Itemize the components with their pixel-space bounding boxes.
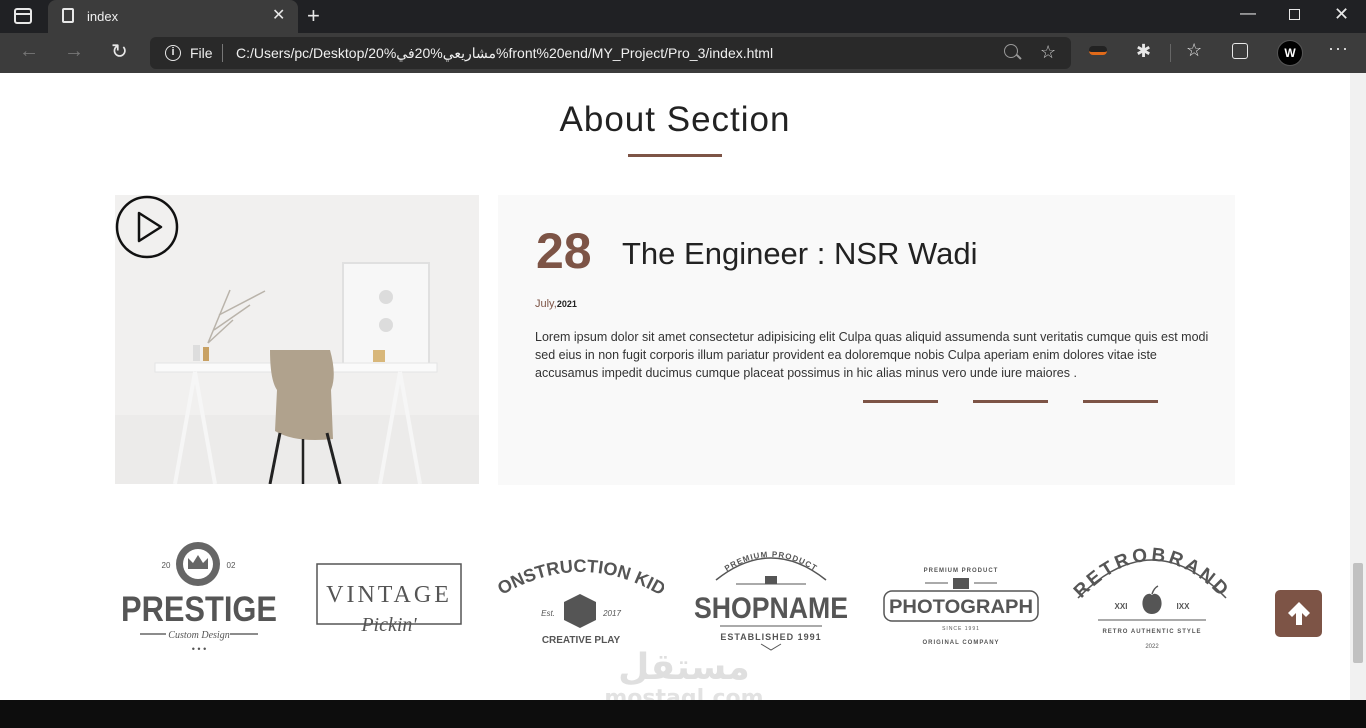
scrollbar-thumb[interactable] [1353,563,1363,663]
shopname-sub: ESTABLISHED 1991 [720,632,821,642]
post-year: 2021 [556,299,577,309]
forward-icon[interactable]: → [64,40,84,63]
construction-kids-est: Est. [541,609,555,618]
svg-text:CONSTRUCTION KIDS: CONSTRUCTION KIDS [498,536,664,599]
prestige-logo: 20 02 PRESTIGE Custom Design • • • [121,542,277,654]
collections-icon[interactable] [1232,43,1248,59]
prestige-top-left: 20 [162,561,171,570]
browser-tab-bar: index ✕ + — ✕ [0,0,1366,33]
vintage-name: VINTAGE [326,582,452,608]
page-icon [62,8,74,23]
post-text: Lorem ipsum dolor sit amet consectetur a… [535,330,1209,380]
slider-indicator[interactable] [863,400,938,403]
about-card: 28 The Engineer : NSR Wadi July,2021 Lor… [498,195,1235,485]
info-icon[interactable]: i [165,45,181,61]
slider-indicator[interactable] [973,400,1048,403]
construction-kids-name: CONSTRUCTION KIDS [498,536,664,599]
photograph-top: PREMIUM PRODUCT [924,568,999,574]
address-bar[interactable]: i File C:/Users/pc/Desktop/20%مشاريعي%20… [150,37,1071,69]
shopname-top: PREMIUM PRODUCT [723,550,818,573]
mostaql-watermark: مستقل mostaql.com [604,647,763,700]
url-input[interactable]: C:/Users/pc/Desktop/20%مشاريعي%20في%fron… [236,45,773,62]
svg-text:PREMIUM PRODUCT: PREMIUM PRODUCT [723,550,819,573]
photograph-logo: PREMIUM PRODUCT PHOTOGRAPH SINCE 1991 OR… [883,568,1039,646]
tab-title: index [87,9,119,24]
page-footer [0,700,1366,728]
photograph-name: PHOTOGRAPH [889,597,1033,618]
retrobrand-bottom: 2022 [1145,644,1159,650]
post-day: 28 [536,223,592,279]
post-date: July,2021 [535,298,577,310]
photograph-sub: ORIGINAL COMPANY [922,640,999,646]
back-to-top-button[interactable] [1275,590,1322,637]
shopname-name: SHOPNAME [694,592,848,625]
reload-icon[interactable]: ↻ [111,39,128,64]
construction-kids-logo: CONSTRUCTION KIDS Est. 2017 CREATIVE PLA… [498,536,664,646]
post-heading: The Engineer : NSR Wadi [622,236,978,271]
retrobrand-logo: RETROBRAND XXI IXX RETRO AUTHENTIC STYLE… [1070,545,1231,650]
watermark-latin: mostaql.com [604,686,763,700]
construction-kids-year: 2017 [602,609,621,618]
about-image [115,195,479,484]
section-title: About Section [559,100,791,139]
divider [1170,44,1171,62]
favorites-icon[interactable]: ☆ [1186,40,1202,61]
title-underline [628,154,722,157]
svg-text:• • •: • • • [192,644,206,654]
prestige-name: PRESTIGE [121,590,277,629]
browser-tab[interactable]: index ✕ [48,0,298,33]
extension-icon[interactable] [1089,46,1107,55]
back-icon[interactable]: ← [19,40,39,63]
photograph-mid: SINCE 1991 [942,626,980,632]
vintage-logo: VINTAGE Pickin' [316,563,462,636]
site-label: File [190,45,213,61]
play-icon[interactable] [115,195,179,259]
zoom-icon[interactable] [1004,44,1018,58]
retrobrand-left: XXI [1115,602,1128,611]
restore-icon[interactable] [1289,9,1300,20]
tab-actions-icon[interactable] [14,8,32,24]
prestige-sub: Custom Design [168,630,229,641]
post-month: July, [535,298,557,310]
add-favorite-icon[interactable]: ☆ [1040,42,1056,63]
minimize-icon[interactable]: — [1240,5,1256,23]
prestige-top-right: 02 [227,561,236,570]
retrobrand-right: IXX [1177,602,1191,611]
vintage-sub: Pickin' [360,614,417,636]
close-window-icon[interactable]: ✕ [1334,4,1349,25]
shopname-logo: PREMIUM PRODUCT SHOPNAME ESTABLISHED 199… [694,550,848,651]
page-viewport: About Section 28 The Engineer: NSR Wadi… [0,73,1350,700]
close-tab-icon[interactable]: ✕ [272,6,285,26]
profile-avatar[interactable]: W [1277,40,1303,66]
new-tab-icon[interactable]: + [307,4,320,28]
browser-toolbar: ← → ↻ i File C:/Users/pc/Desktop/20%مشار… [0,33,1366,73]
extensions-puzzle-icon[interactable]: ✱ [1136,41,1151,62]
slider-indicator[interactable] [1083,400,1158,403]
divider [222,44,223,62]
watermark-arabic: مستقل [618,647,750,688]
retrobrand-sub: RETRO AUTHENTIC STYLE [1102,629,1201,635]
page-scrollbar[interactable] [1350,73,1366,700]
more-icon[interactable]: ··· [1328,38,1349,59]
arrow-up-icon [1288,602,1310,625]
